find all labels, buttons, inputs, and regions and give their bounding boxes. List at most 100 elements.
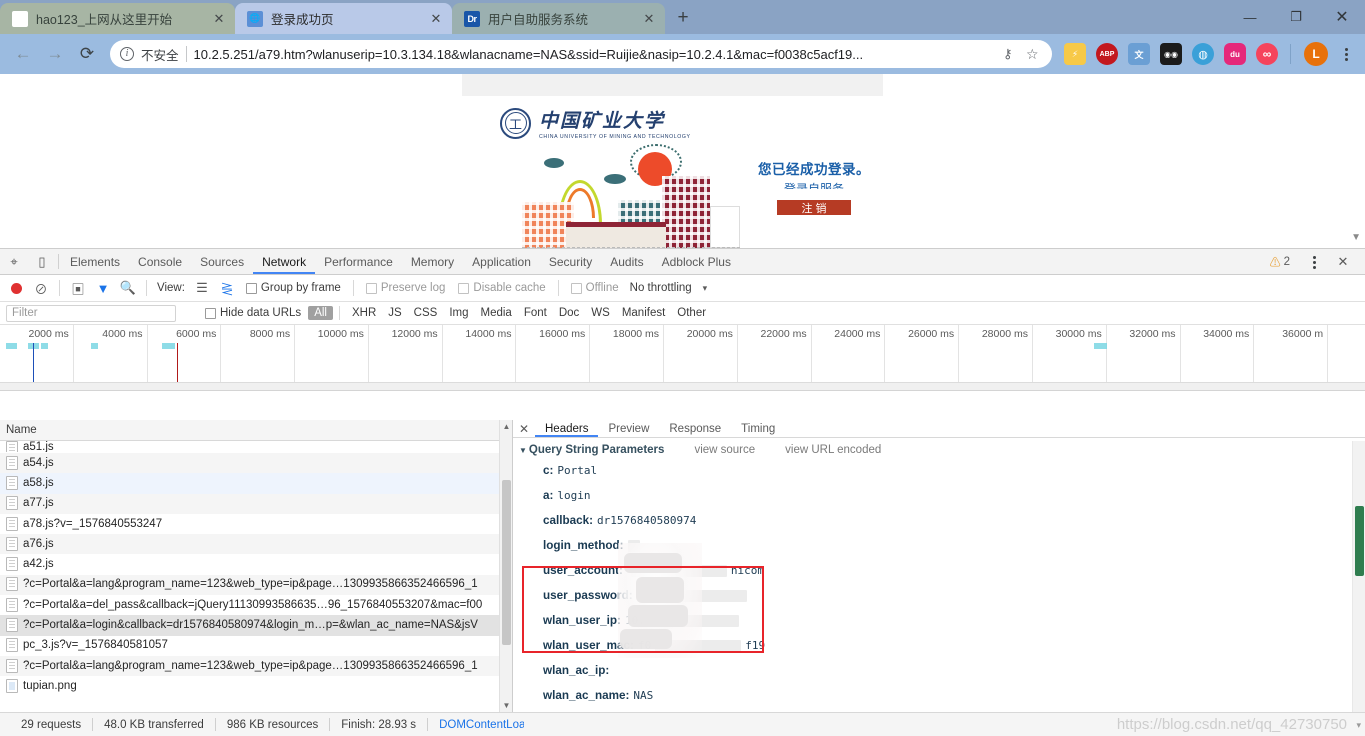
camera-icon[interactable]: ▣ (67, 277, 89, 299)
filter-img[interactable]: Img (443, 306, 474, 320)
view-url-encoded-link[interactable]: view URL encoded (785, 444, 881, 456)
browser-tab-self-service[interactable]: Dr 用户自助服务系统 ✕ (452, 3, 665, 34)
inspect-element-icon[interactable]: ⌖ (0, 249, 28, 274)
request-row[interactable]: a58.js (0, 473, 512, 494)
browser-menu-icon[interactable] (1335, 47, 1357, 61)
close-devtools-icon[interactable]: ✕ (1329, 254, 1357, 270)
hide-data-urls-checkbox[interactable]: Hide data URLs (205, 307, 301, 319)
logout-button[interactable]: 注 销 (777, 200, 851, 215)
filter-js[interactable]: JS (382, 306, 407, 320)
chevron-down-icon[interactable]: ▾ (703, 283, 708, 294)
timeline-scrubber[interactable] (0, 382, 1365, 390)
warning-badge[interactable]: ⚠ 2 (1270, 254, 1290, 270)
query-string-parameters-title[interactable]: ▼ Query String Parameters (519, 444, 664, 456)
infinity-extension-icon[interactable]: ∞ (1256, 43, 1278, 65)
request-row[interactable]: a77.js (0, 493, 512, 514)
request-row[interactable]: ?c=Portal&a=login&callback=dr15768405809… (0, 615, 512, 636)
filter-xhr[interactable]: XHR (346, 306, 382, 320)
forward-button[interactable]: → (40, 39, 70, 69)
requests-scrollbar[interactable]: ▲ ▼ (499, 420, 512, 712)
record-button[interactable] (11, 282, 22, 294)
glasses-extension-icon[interactable]: ◉◉ (1160, 43, 1182, 65)
tab-close-icon[interactable]: ✕ (211, 11, 227, 27)
checkbox-box[interactable] (245, 282, 257, 294)
world-extension-icon[interactable]: ◍ (1192, 43, 1214, 65)
scrollbar-thumb[interactable] (1355, 506, 1364, 576)
page-scroll-down-icon[interactable]: ▼ (1351, 232, 1361, 243)
filter-media[interactable]: Media (475, 306, 518, 320)
site-info-icon[interactable]: i (120, 47, 134, 61)
request-row[interactable]: a54.js (0, 453, 512, 474)
minimize-button[interactable]: — (1227, 0, 1273, 34)
checkbox-box[interactable] (205, 307, 216, 319)
tab-response[interactable]: Response (659, 420, 731, 437)
tab-headers[interactable]: Headers (535, 420, 598, 437)
devtools-menu-icon[interactable] (1303, 255, 1325, 269)
request-row[interactable]: ?c=Portal&a=lang&program_name=123&web_ty… (0, 655, 512, 677)
view-source-link[interactable]: view source (694, 444, 755, 456)
group-by-frame-checkbox[interactable]: Group by frame (245, 282, 341, 294)
tab-timing[interactable]: Timing (731, 420, 785, 437)
clear-icon[interactable]: ⊘ (30, 277, 52, 299)
password-key-icon[interactable]: ⚷ (1003, 46, 1019, 62)
avatar[interactable]: L (1304, 42, 1328, 66)
maximize-button[interactable]: ❐ (1273, 0, 1319, 34)
triangle-down-icon[interactable]: ▼ (519, 446, 527, 455)
request-row[interactable]: tupian.png (0, 676, 512, 696)
disable-cache-checkbox[interactable]: Disable cache (458, 282, 546, 294)
scrollbar-thumb[interactable] (502, 480, 511, 645)
request-row[interactable]: ?c=Portal&a=del_pass&callback=jQuery1113… (0, 595, 512, 615)
filter-font[interactable]: Font (518, 306, 553, 320)
request-row[interactable]: a78.js?v=_1576840553247 (0, 514, 512, 534)
requests-list[interactable]: a51.js a54.js a58.js a77.js a78.js?v=_157684… (0, 441, 512, 712)
throttling-select[interactable]: No throttling (630, 282, 692, 294)
request-row[interactable]: a51.js (0, 441, 512, 453)
back-button[interactable]: ← (8, 39, 38, 69)
tab-elements[interactable]: Elements (61, 249, 129, 274)
request-row[interactable]: a76.js (0, 534, 512, 555)
filter-other[interactable]: Other (671, 306, 712, 320)
filter-ws[interactable]: WS (585, 306, 616, 320)
tab-sources[interactable]: Sources (191, 249, 253, 274)
filter-css[interactable]: CSS (408, 306, 444, 320)
adblock-plus-icon[interactable]: ABP (1096, 43, 1118, 65)
checkbox-box[interactable] (570, 282, 582, 294)
checkbox-box[interactable] (458, 282, 470, 294)
funnel-icon[interactable]: ▼ (92, 277, 114, 299)
filter-manifest[interactable]: Manifest (616, 306, 671, 320)
waterfall-view-icon[interactable]: ⋛ (216, 277, 238, 299)
scroll-up-icon[interactable]: ▲ (500, 420, 513, 433)
tab-close-icon[interactable]: ✕ (428, 11, 444, 27)
requests-column-header[interactable]: Name (0, 420, 512, 441)
request-row[interactable]: pc_3.js?v=_1576840581057 (0, 636, 512, 656)
flash-extension-icon[interactable]: ⚡ (1064, 43, 1086, 65)
google-translate-icon[interactable]: 文 (1128, 43, 1150, 65)
filter-input[interactable]: Filter (6, 304, 176, 322)
tab-adblock-plus[interactable]: Adblock Plus (653, 249, 740, 274)
search-icon[interactable]: 🔍 (117, 277, 139, 299)
filter-all[interactable]: All (308, 306, 333, 320)
filter-doc[interactable]: Doc (553, 306, 585, 320)
request-row[interactable]: a42.js (0, 554, 512, 574)
tab-network[interactable]: Network (253, 249, 315, 274)
tab-application[interactable]: Application (463, 249, 540, 274)
network-timeline-overview[interactable]: 2000 ms 4000 ms 6000 ms 8000 ms 10000 ms 1200… (0, 325, 1365, 391)
tab-console[interactable]: Console (129, 249, 191, 274)
list-view-icon[interactable]: ☰ (191, 277, 213, 299)
preserve-log-checkbox[interactable]: Preserve log (365, 282, 445, 294)
baidu-extension-icon[interactable]: du (1224, 43, 1246, 65)
detail-scrollbar[interactable] (1352, 441, 1365, 712)
request-row[interactable]: ?c=Portal&a=lang&program_name=123&web_ty… (0, 574, 512, 596)
browser-tab-login-success[interactable]: 🌐 登录成功页 ✕ (235, 3, 452, 34)
bookmark-star-icon[interactable]: ☆ (1026, 46, 1042, 63)
tab-close-icon[interactable]: ✕ (641, 11, 657, 27)
tab-memory[interactable]: Memory (402, 249, 463, 274)
close-window-button[interactable]: ✕ (1319, 0, 1365, 34)
browser-tab-hao123[interactable]: hoo hao123_上网从这里开始 ✕ (0, 3, 235, 34)
chevron-down-icon[interactable]: ▾ (1356, 720, 1361, 731)
device-toolbar-icon[interactable]: ▯ (28, 249, 56, 274)
checkbox-box[interactable] (365, 282, 377, 294)
address-bar[interactable]: i 不安全 10.2.5.251/a79.htm?wlanuserip=10.3… (110, 40, 1052, 68)
tab-security[interactable]: Security (540, 249, 601, 274)
tab-audits[interactable]: Audits (601, 249, 652, 274)
